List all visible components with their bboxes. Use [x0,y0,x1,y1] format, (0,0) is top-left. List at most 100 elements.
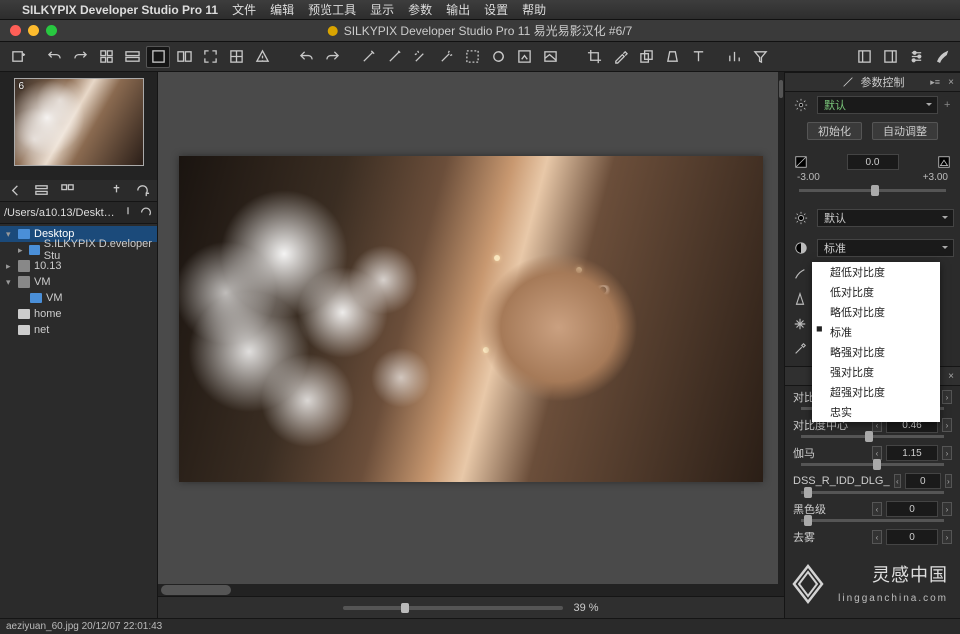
tree-item-net[interactable]: net [0,322,157,338]
dropdown-option[interactable]: 低对比度 [812,282,940,302]
thumb-list-icon[interactable] [32,182,50,200]
layout-right-button[interactable] [878,46,902,68]
auto-adjust-button[interactable]: 自动调整 [872,122,938,140]
window-titlebar: SILKYPIX Developer Studio Pro 11 易光易影汉化 … [0,20,960,42]
tree-item-vm[interactable]: ▾VM [0,274,157,290]
white-balance-select[interactable]: 默认 [817,209,954,227]
param-value-black[interactable]: 0 [886,501,938,517]
tree-item-silkypix-folder[interactable]: ▸S.ILKYPIX D.eveloper Stu [0,242,157,258]
thumbnail-index: 6 [19,81,25,92]
rotate-left-button[interactable] [42,46,66,68]
rotate-right-button[interactable] [68,46,92,68]
brush-button[interactable] [930,46,954,68]
param-label-dehaze: 去雾 [793,529,868,545]
sparkle-panel-icon[interactable] [791,315,809,333]
menu-params[interactable]: 参数 [408,1,432,18]
dropdown-option[interactable]: 强对比度 [812,362,940,382]
effects-button[interactable] [486,46,510,68]
sun-icon [791,211,811,225]
undo-button[interactable] [294,46,318,68]
clone-button[interactable] [634,46,658,68]
text-button[interactable] [686,46,710,68]
marquee-button[interactable] [460,46,484,68]
tree-item-home[interactable]: home [0,306,157,322]
menu-edit[interactable]: 编辑 [270,1,294,18]
perspective-button[interactable] [660,46,684,68]
wand2-button[interactable] [382,46,406,68]
tree-item-vm-sub[interactable]: VM [0,290,157,306]
zoom-slider[interactable] [343,606,563,610]
tool-panel-icon[interactable] [791,340,809,358]
menu-output[interactable]: 输出 [446,1,470,18]
grid-4-button[interactable] [224,46,248,68]
sliders-button[interactable] [904,46,928,68]
step-up[interactable]: › [942,390,952,404]
window-maximize-button[interactable] [46,25,57,36]
grid-wide-button[interactable] [120,46,144,68]
path-pin-icon[interactable] [121,206,135,220]
crop-button[interactable] [582,46,606,68]
thumbnail-item[interactable]: 6 [14,78,144,166]
menu-preview[interactable]: 预览工具 [308,1,356,18]
grid-small-button[interactable] [94,46,118,68]
dropdown-option[interactable]: 略强对比度 [812,342,940,362]
menu-display[interactable]: 显示 [370,1,394,18]
add-image-button[interactable] [6,46,30,68]
horizontal-scrollbar[interactable] [158,584,784,596]
preset-select[interactable]: 默认 [817,96,938,114]
param-label-dss: DSS_R_IDD_DLG_ [793,475,890,487]
dropdown-option-selected[interactable]: 标准 [812,322,940,342]
single-view-button[interactable] [146,46,170,68]
warning-button[interactable] [250,46,274,68]
send-button[interactable] [538,46,562,68]
mask-button[interactable] [512,46,536,68]
slider-gamma[interactable] [801,463,944,466]
path-refresh-icon[interactable] [139,206,153,220]
thumb-prev-icon[interactable] [6,182,24,200]
param-value-gamma[interactable]: 1.15 [886,445,938,461]
window-minimize-button[interactable] [28,25,39,36]
slider-dss[interactable] [801,491,944,494]
fit-button[interactable] [198,46,222,68]
brush-panel-icon[interactable] [791,265,809,283]
exposure-slider[interactable] [799,189,946,192]
wand4-button[interactable] [434,46,458,68]
thumb-grid-icon[interactable] [58,182,76,200]
exposure-value[interactable]: 0.0 [847,154,899,170]
file-tree[interactable]: ▾Desktop ▸S.ILKYPIX D.eveloper Stu ▸10.1… [0,224,157,618]
window-close-button[interactable] [10,25,21,36]
thumbnail-strip: 6 [0,72,157,180]
levels-button[interactable] [722,46,746,68]
slider-black[interactable] [801,519,944,522]
canvas-area[interactable] [158,72,784,596]
preview-image [179,156,763,482]
eyedropper-button[interactable] [608,46,632,68]
menu-help[interactable]: 帮助 [522,1,546,18]
slider-contrast-center[interactable] [801,435,944,438]
dropdown-option[interactable]: 略低对比度 [812,302,940,322]
param-value-dehaze[interactable]: 0 [886,529,938,545]
redo-button[interactable] [320,46,344,68]
contrast-select[interactable]: 标准 [817,239,954,257]
gear-icon[interactable] [791,98,811,112]
wand-button[interactable] [356,46,380,68]
param-value-dss[interactable]: 0 [905,473,941,489]
thumb-refresh-icon[interactable] [133,182,151,200]
dropdown-option[interactable]: 超低对比度 [812,262,940,282]
layout-left-button[interactable] [852,46,876,68]
dropdown-option[interactable]: 超强对比度 [812,382,940,402]
app-name[interactable]: SILKYPIX Developer Studio Pro 11 [22,3,218,17]
thumb-pin-icon[interactable] [107,182,125,200]
compare-view-button[interactable] [172,46,196,68]
section-header-params[interactable]: 参数控制 ▸≡× [785,72,960,92]
wand3-button[interactable] [408,46,432,68]
dropdown-option[interactable]: 忠实 [812,402,940,422]
filter-button[interactable] [748,46,772,68]
menu-file[interactable]: 文件 [232,1,256,18]
exposure-right-icon[interactable] [934,155,954,169]
menu-settings[interactable]: 设置 [484,1,508,18]
contrast-dropdown[interactable]: 超低对比度 低对比度 略低对比度 标准 略强对比度 强对比度 超强对比度 忠实 [812,262,940,422]
initialize-button[interactable]: 初始化 [807,122,862,140]
sharpen-panel-icon[interactable] [791,290,809,308]
current-path: /Users/a10.13/Deskt… [4,207,117,219]
